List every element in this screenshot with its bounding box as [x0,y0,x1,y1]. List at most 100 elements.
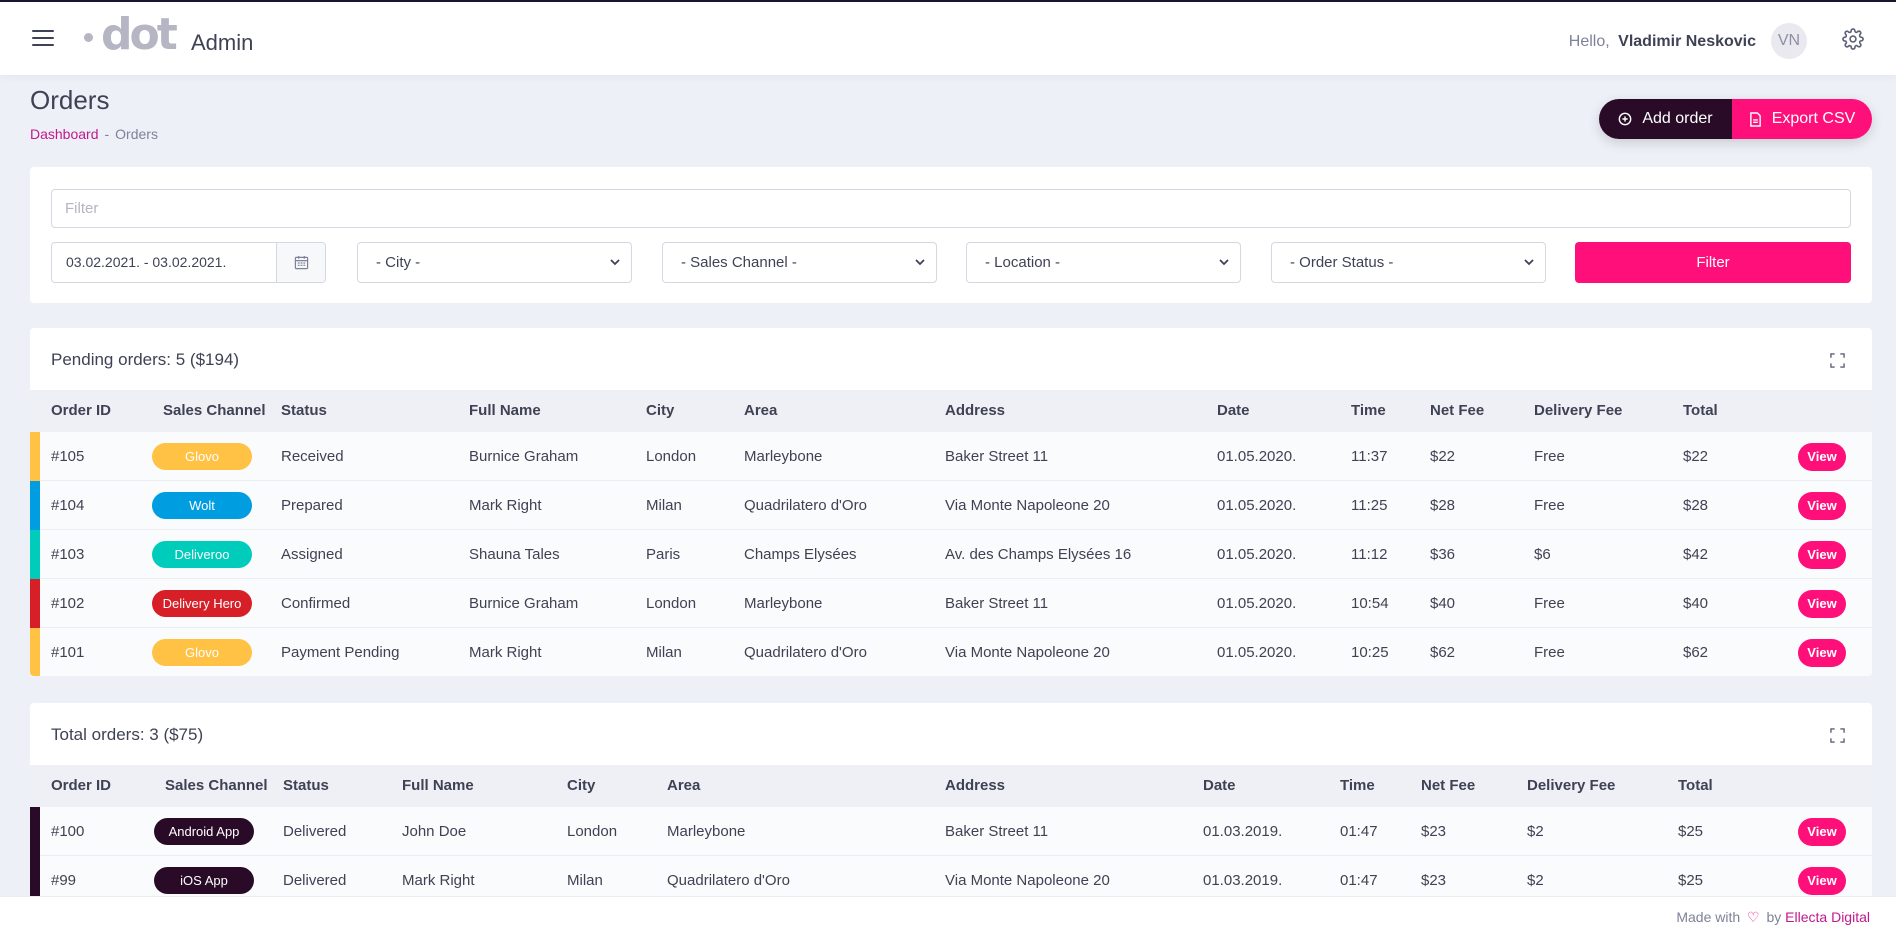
col-time[interactable]: Time [1351,390,1386,432]
channel-badge: Wolt [152,492,252,519]
col-sales-channel[interactable]: Sales Channel [163,390,266,432]
view-button[interactable]: View [1798,541,1846,569]
date: 01.05.2020. [1217,595,1297,612]
col-time[interactable]: Time [1340,765,1375,807]
city: Milan [646,497,682,514]
calendar-button[interactable] [276,243,325,282]
col-sales-channel[interactable]: Sales Channel [165,765,268,807]
order-status: Received [281,448,344,465]
area: Champs Elysées [744,546,857,563]
menu-icon[interactable] [32,30,54,46]
col-status[interactable]: Status [281,390,327,432]
col-total[interactable]: Total [1683,390,1718,432]
logo[interactable]: dot [84,12,178,58]
view-button[interactable]: View [1798,443,1846,471]
order-id: #101 [51,644,85,661]
sales-channel-select[interactable]: - Sales Channel - [662,242,937,283]
city-select[interactable]: - City - [357,242,632,283]
avatar[interactable]: VN [1771,23,1807,59]
table-row[interactable]: #101 Glovo Payment Pending Mark Right Mi… [30,628,1872,676]
logo-dot [84,32,93,42]
view-button[interactable]: View [1798,867,1846,895]
chevron-down-icon [1524,259,1534,266]
full-name: John Doe [402,823,467,840]
filter-button[interactable]: Filter [1575,242,1851,283]
date: 01.03.2019. [1203,823,1283,840]
breadcrumb-dashboard[interactable]: Dashboard [30,126,99,142]
full-name: Mark Right [469,497,542,514]
filter-input[interactable] [51,189,1851,228]
view-button[interactable]: View [1798,590,1846,618]
date-range-value[interactable]: 03.02.2021. - 03.02.2021. [52,243,276,282]
col-address[interactable]: Address [945,765,1005,807]
col-city[interactable]: City [646,390,674,432]
view-button[interactable]: View [1798,639,1846,667]
filter-card: 03.02.2021. - 03.02.2021. - City - - Sal… [30,167,1872,303]
col-address[interactable]: Address [945,390,1005,432]
full-name: Shauna Tales [469,546,560,563]
total: $25 [1678,823,1704,840]
col-net-fee[interactable]: Net Fee [1421,765,1475,807]
view-button[interactable]: View [1798,818,1846,846]
add-order-button[interactable]: Add order [1599,99,1732,139]
hello-text: Hello, [1568,33,1610,50]
col-area[interactable]: Area [667,765,700,807]
col-delivery-fee[interactable]: Delivery Fee [1534,390,1622,432]
table-row[interactable]: #105 Glovo Received Burnice Graham Londo… [30,432,1872,481]
footer-company-link[interactable]: Ellecta Digital [1785,909,1870,925]
breadcrumb: Dashboard - Orders [30,126,158,142]
area: Marleybone [744,595,823,612]
add-order-label: Add order [1642,110,1713,127]
address: Baker Street 11 [945,823,1049,840]
delivery-fee: Free [1534,497,1565,514]
chevron-down-icon [915,259,925,266]
col-full-name[interactable]: Full Name [402,765,474,807]
expand-icon[interactable] [1830,353,1845,368]
net-fee: $62 [1430,644,1456,661]
delivery-fee: Free [1534,595,1565,612]
breadcrumb-separator: - [104,126,110,142]
delivery-fee: Free [1534,644,1565,661]
full-name: Burnice Graham [469,595,579,612]
row-status-bar [30,530,40,579]
row-status-bar [30,628,40,676]
area: Quadrilatero d'Oro [744,644,867,661]
view-button[interactable]: View [1798,492,1846,520]
table-header: Order ID Sales Channel Status Full Name … [30,390,1872,432]
col-order-id[interactable]: Order ID [51,765,111,807]
table-row[interactable]: #104 Wolt Prepared Mark Right Milan Quad… [30,481,1872,530]
time: 10:25 [1351,644,1389,661]
time: 11:37 [1351,448,1388,465]
table-row[interactable]: #102 Delivery Hero Confirmed Burnice Gra… [30,579,1872,628]
footer-by: by [1766,909,1782,925]
city: Milan [646,644,682,661]
export-csv-button[interactable]: Export CSV [1732,99,1872,139]
city: Paris [646,546,681,563]
date-range-picker[interactable]: 03.02.2021. - 03.02.2021. [51,242,326,283]
time: 01:47 [1340,823,1378,840]
order-status: Assigned [281,546,343,563]
order-status-select[interactable]: - Order Status - [1271,242,1546,283]
col-city[interactable]: City [567,765,595,807]
table-row[interactable]: #100 Android App Delivered John Doe Lond… [30,807,1872,856]
col-delivery-fee[interactable]: Delivery Fee [1527,765,1615,807]
total: $42 [1683,546,1709,563]
row-status-bar [30,807,40,856]
col-net-fee[interactable]: Net Fee [1430,390,1484,432]
col-date[interactable]: Date [1203,765,1236,807]
city: London [567,823,618,840]
col-date[interactable]: Date [1217,390,1250,432]
col-total[interactable]: Total [1678,765,1713,807]
date: 01.05.2020. [1217,448,1297,465]
col-order-id[interactable]: Order ID [51,390,111,432]
expand-icon[interactable] [1830,728,1845,743]
location-select[interactable]: - Location - [966,242,1241,283]
table-row[interactable]: #103 Deliveroo Assigned Shauna Tales Par… [30,530,1872,579]
date: 01.05.2020. [1217,546,1297,563]
col-status[interactable]: Status [283,765,329,807]
top-header: dot Admin Hello, Vladimir Neskovic VN [0,2,1896,75]
gear-icon[interactable] [1842,28,1864,50]
col-area[interactable]: Area [744,390,777,432]
table-header: Order ID Sales Channel Status Full Name … [30,765,1872,807]
col-full-name[interactable]: Full Name [469,390,541,432]
